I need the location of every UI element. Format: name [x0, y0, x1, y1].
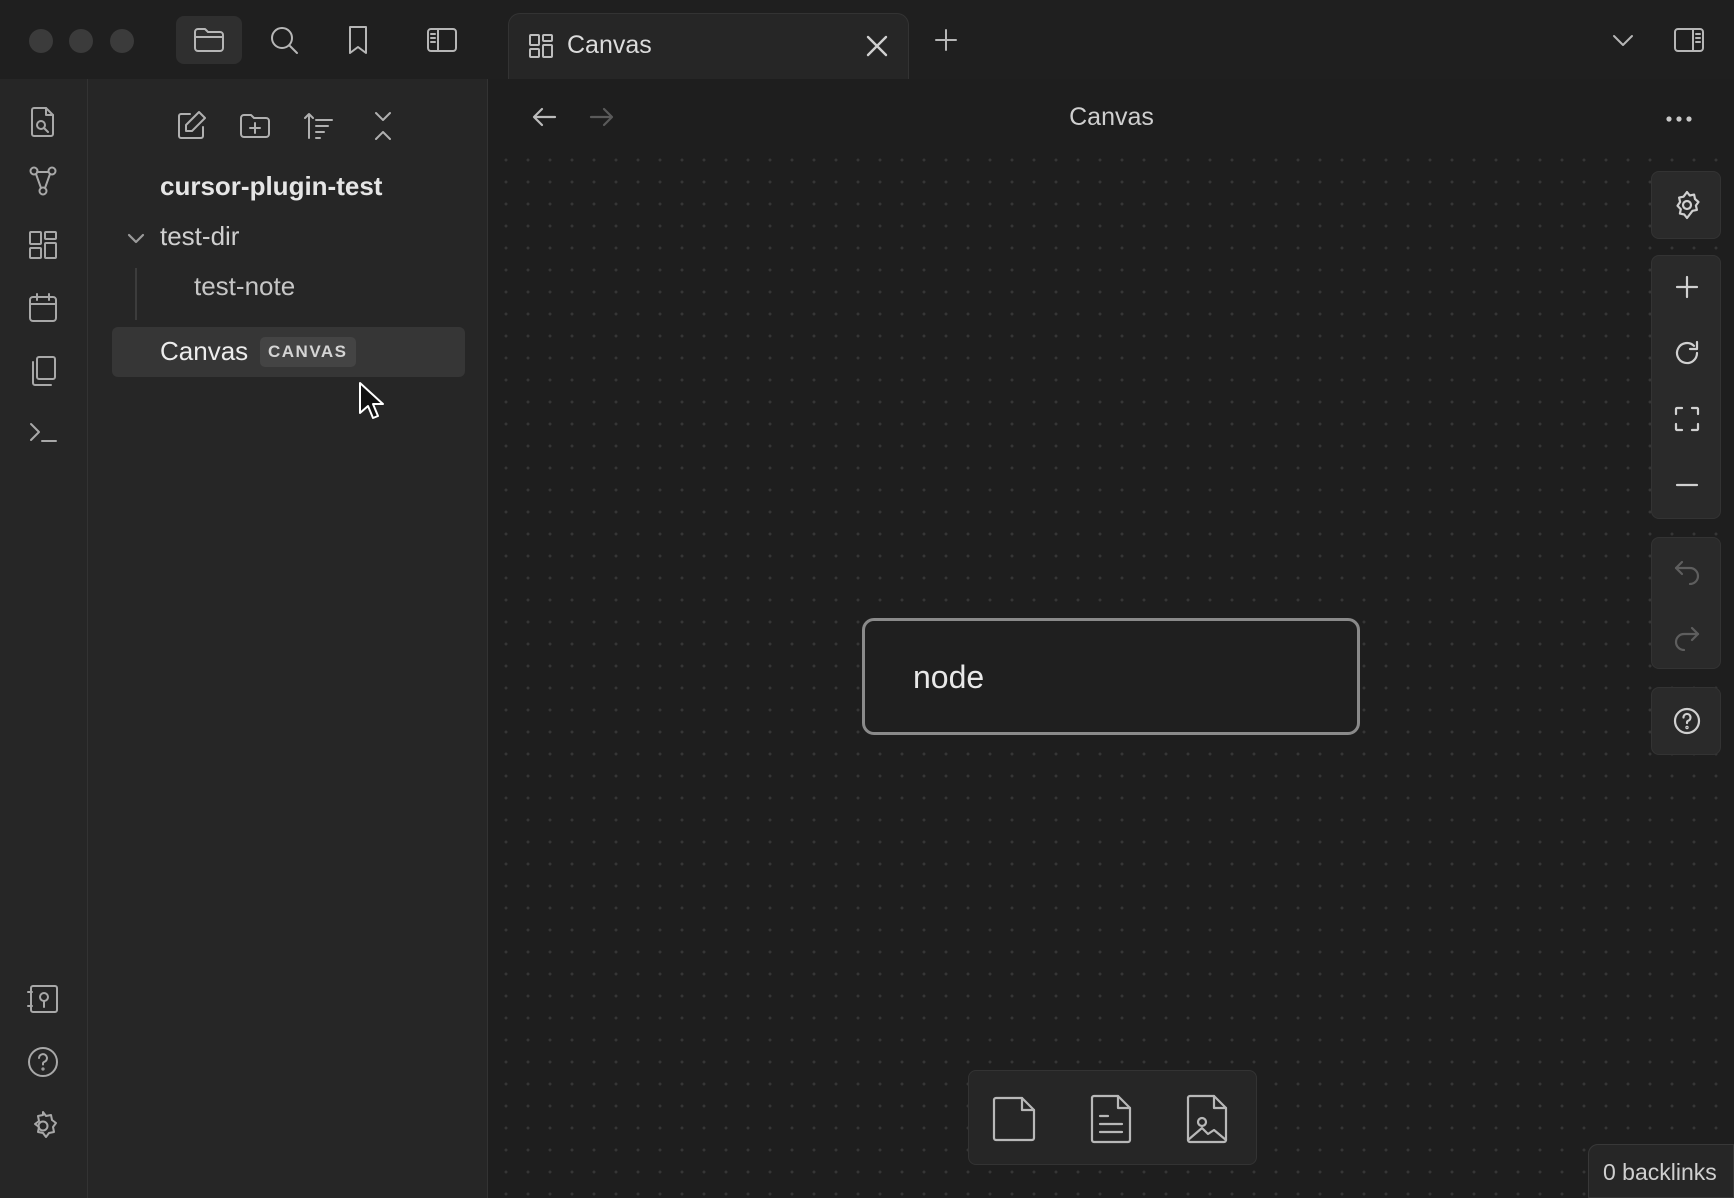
- redo-icon: [1674, 626, 1700, 651]
- file-label: Canvas: [160, 336, 249, 366]
- file-type-badge: CANVAS: [260, 337, 356, 367]
- zoom-in-button[interactable]: [1666, 266, 1708, 308]
- left-sidebar-toggle[interactable]: [409, 16, 475, 64]
- status-bar: 0 backlinks: [1588, 1144, 1734, 1198]
- tab-canvas[interactable]: Canvas: [508, 13, 909, 81]
- tree-folder-test-dir[interactable]: test-dir: [118, 215, 448, 261]
- more-horizontal-icon: [1666, 116, 1692, 122]
- undo-button[interactable]: [1666, 548, 1708, 590]
- undo-icon: [1674, 560, 1700, 585]
- tree-file-canvas[interactable]: Canvas CANVAS: [112, 327, 465, 377]
- tree-file-test-note[interactable]: test-note: [118, 265, 448, 311]
- zoom-to-fit-button[interactable]: [1666, 398, 1708, 440]
- canvas-button[interactable]: [20, 222, 66, 268]
- bookmarks-button[interactable]: [325, 16, 391, 64]
- bookmark-icon: [349, 26, 367, 54]
- redo-button[interactable]: [1666, 614, 1708, 656]
- templates-button[interactable]: [20, 348, 66, 394]
- zoom-out-button[interactable]: [1666, 464, 1708, 506]
- window-minimize-button[interactable]: [69, 29, 93, 53]
- search-button[interactable]: [251, 16, 317, 64]
- collapse-all-button[interactable]: [360, 103, 406, 149]
- add-media-button[interactable]: [1175, 1087, 1239, 1151]
- add-card-button[interactable]: [983, 1087, 1047, 1151]
- vault-switcher-button[interactable]: [20, 976, 66, 1022]
- terminal-button[interactable]: [20, 409, 66, 455]
- daily-note-button[interactable]: [20, 285, 66, 331]
- tab-list-button[interactable]: [1590, 16, 1656, 64]
- right-sidebar-toggle-icon: [1674, 28, 1704, 52]
- close-icon[interactable]: [861, 30, 893, 62]
- help-button[interactable]: [20, 1039, 66, 1085]
- window-zoom-button[interactable]: [110, 29, 134, 53]
- mouse-cursor-icon: [359, 382, 384, 419]
- templates-icon: [32, 356, 56, 386]
- new-note-icon: [178, 111, 206, 139]
- add-note-button[interactable]: [1079, 1087, 1143, 1151]
- graph-view-icon: [29, 166, 57, 196]
- canvas-grid-icon: [529, 34, 553, 58]
- terminal-icon: [30, 423, 57, 442]
- canvas-settings-button[interactable]: [1666, 184, 1708, 226]
- vault-switch-icon: [27, 985, 58, 1013]
- canvas-card-toolbar: [968, 1070, 1257, 1165]
- vault-name[interactable]: cursor-plugin-test: [160, 171, 382, 202]
- add-card-icon: [992, 1096, 1036, 1142]
- search-icon: [271, 27, 298, 54]
- canvas-settings-group: [1651, 171, 1721, 239]
- settings-button[interactable]: [20, 1103, 66, 1149]
- file-label: test-note: [194, 271, 296, 301]
- zoom-in-icon: [1675, 275, 1699, 299]
- new-note-button[interactable]: [168, 103, 214, 149]
- history-controls-group: [1651, 537, 1721, 669]
- folder-icon: [194, 28, 224, 52]
- file-explorer-button[interactable]: [176, 16, 242, 64]
- window-close-button[interactable]: [29, 29, 53, 53]
- tab-label: Canvas: [567, 31, 652, 59]
- reset-zoom-button[interactable]: [1666, 332, 1708, 374]
- backlinks-count[interactable]: 0 backlinks: [1603, 1159, 1717, 1186]
- new-tab-button[interactable]: [913, 16, 979, 64]
- collapse-all-icon: [375, 112, 391, 140]
- graph-view-button[interactable]: [20, 158, 66, 204]
- title-bar: Canvas: [0, 0, 1734, 81]
- sort-icon: [304, 113, 333, 139]
- canvas-view[interactable]: Canvas node: [489, 79, 1734, 1198]
- file-explorer: cursor-plugin-test test-dir test-note Ca…: [88, 79, 488, 1198]
- node-text: node: [913, 659, 985, 695]
- add-media-icon: [1186, 1094, 1228, 1144]
- canvas-settings-icon: [1676, 190, 1700, 220]
- quick-switcher-icon: [31, 107, 54, 137]
- right-sidebar-toggle[interactable]: [1656, 16, 1722, 64]
- new-folder-icon: [240, 114, 270, 138]
- settings-icon: [34, 1111, 57, 1138]
- zoom-out-icon: [1675, 483, 1699, 487]
- sidebar-toggle-icon: [427, 28, 457, 52]
- view-title[interactable]: Canvas: [489, 103, 1734, 132]
- reset-zoom-icon: [1675, 340, 1699, 365]
- canvas-icon: [29, 231, 57, 259]
- zoom-to-fit-icon: [1674, 406, 1700, 432]
- new-tab-icon: [935, 29, 957, 51]
- more-options-button[interactable]: [1661, 101, 1697, 137]
- ribbon: [0, 79, 88, 1198]
- canvas-help-icon: [1673, 707, 1701, 735]
- help-icon: [28, 1047, 58, 1077]
- canvas-help-button[interactable]: [1666, 700, 1708, 742]
- zoom-controls-group: [1651, 255, 1721, 519]
- new-folder-button[interactable]: [232, 103, 278, 149]
- sort-button[interactable]: [296, 103, 342, 149]
- add-note-icon: [1090, 1094, 1132, 1144]
- calendar-icon: [29, 293, 57, 322]
- chevron-down-icon: [1613, 35, 1633, 46]
- canvas-help-group: [1651, 687, 1721, 755]
- chevron-down-icon[interactable]: [124, 226, 148, 250]
- folder-label: test-dir: [160, 221, 240, 251]
- canvas-text-node[interactable]: node: [862, 618, 1360, 735]
- quick-switcher-button[interactable]: [20, 99, 66, 145]
- view-header: Canvas: [489, 79, 1734, 155]
